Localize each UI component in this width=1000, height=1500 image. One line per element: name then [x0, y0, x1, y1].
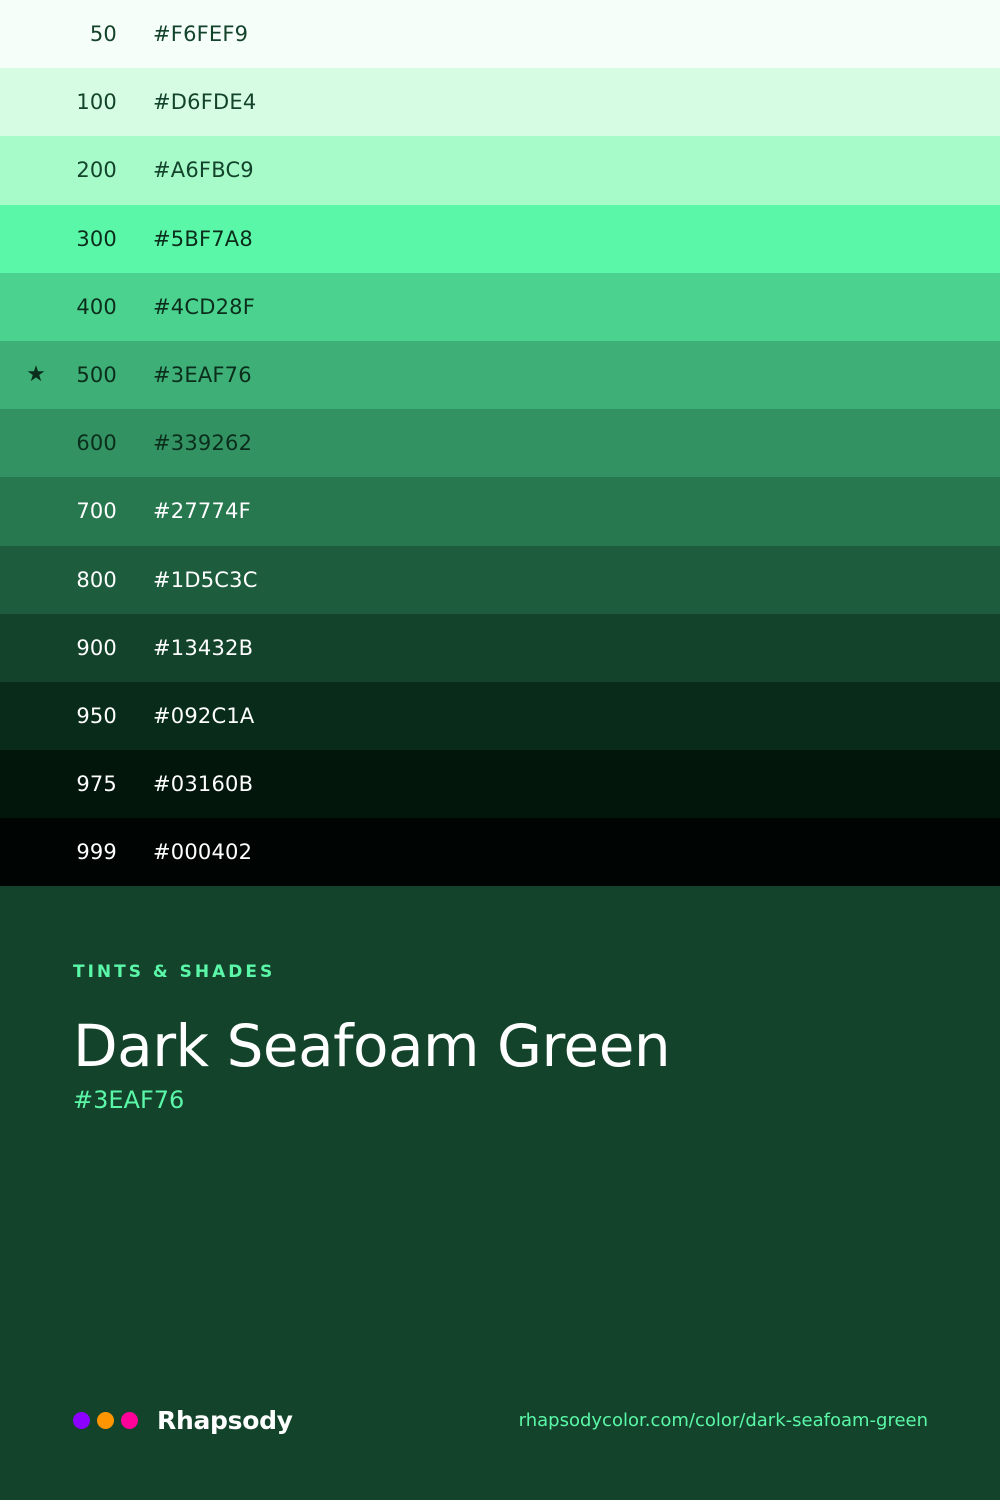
color-url-link[interactable]: rhapsodycolor.com/color/dark-seafoam-gre…	[519, 1410, 928, 1431]
swatch-row[interactable]: 950 #092C1A	[0, 681, 1000, 751]
brand-dot-orange-icon	[97, 1411, 114, 1429]
swatch-hex: #13432B	[153, 635, 254, 660]
swatch-hex: #000402	[153, 840, 253, 865]
swatch-row[interactable]: 800 #1D5C3C	[0, 545, 1000, 614]
swatch-step: 100	[76, 90, 117, 115]
swatch-hex: #5BF7A8	[153, 226, 253, 251]
swatch-row[interactable]: 900 #13432B	[0, 613, 1000, 682]
swatch-row[interactable]: 50 #F6FEF9	[0, 0, 1000, 69]
color-title: Dark Seafoam Green	[73, 1012, 671, 1080]
swatch-hex: #F6FEF9	[153, 22, 249, 47]
swatch-hex: #339262	[153, 431, 253, 456]
section-eyebrow: TINTS & SHADES	[73, 962, 276, 982]
swatch-hex: #1D5C3C	[153, 567, 258, 592]
swatch-hex: #4CD28F	[153, 294, 255, 319]
swatch-hex: #27774F	[153, 499, 251, 524]
swatch-row[interactable]: 600 #339262	[0, 409, 1000, 478]
swatch-step: 600	[76, 431, 117, 456]
swatch-step: 500	[76, 363, 117, 388]
footer: Rhapsody rhapsodycolor.com/color/dark-se…	[73, 1404, 928, 1436]
brand-logo[interactable]: Rhapsody	[73, 1406, 293, 1435]
color-hex: #3EAF76	[73, 1086, 185, 1114]
swatch-step: 50	[89, 22, 117, 47]
swatch-hex: #03160B	[153, 772, 254, 797]
swatch-row[interactable]: 300 #5BF7A8	[0, 204, 1000, 273]
swatch-step: 700	[76, 499, 117, 524]
swatch-step: 200	[76, 158, 117, 183]
swatch-row[interactable]: 700 #27774F	[0, 477, 1000, 546]
swatch-hex: #092C1A	[153, 703, 255, 728]
swatch-hex: #D6FDE4	[153, 90, 257, 115]
swatch-row[interactable]: 400 #4CD28F	[0, 272, 1000, 341]
swatch-row[interactable]: 999 #000402	[0, 818, 1000, 887]
swatch-step: 300	[76, 226, 117, 251]
swatch-step: 950	[76, 703, 117, 728]
brand-name: Rhapsody	[157, 1405, 293, 1435]
brand-dot-pink-icon	[121, 1411, 138, 1429]
swatch-hex: #A6FBC9	[153, 158, 254, 183]
brand-dot-purple-icon	[73, 1411, 90, 1429]
color-info: TINTS & SHADES Dark Seafoam Green #3EAF7…	[73, 960, 933, 1116]
swatch-row[interactable]: 200 #A6FBC9	[0, 136, 1000, 205]
swatch-row[interactable]: 100 #D6FDE4	[0, 68, 1000, 137]
swatch-step: 400	[76, 294, 117, 319]
swatch-row[interactable]: ★ 500 #3EAF76	[0, 340, 1000, 410]
swatch-step: 800	[76, 567, 117, 592]
swatch-step: 900	[76, 635, 117, 660]
swatch-step: 975	[76, 772, 117, 797]
swatch-step: 999	[76, 840, 117, 865]
swatch-row[interactable]: 975 #03160B	[0, 750, 1000, 819]
swatch-hex: #3EAF76	[153, 363, 252, 388]
palette-swatch-list: 50 #F6FEF9 100 #D6FDE4 200 #A6FBC9 300 #5BF7A8 4…	[0, 0, 1000, 887]
